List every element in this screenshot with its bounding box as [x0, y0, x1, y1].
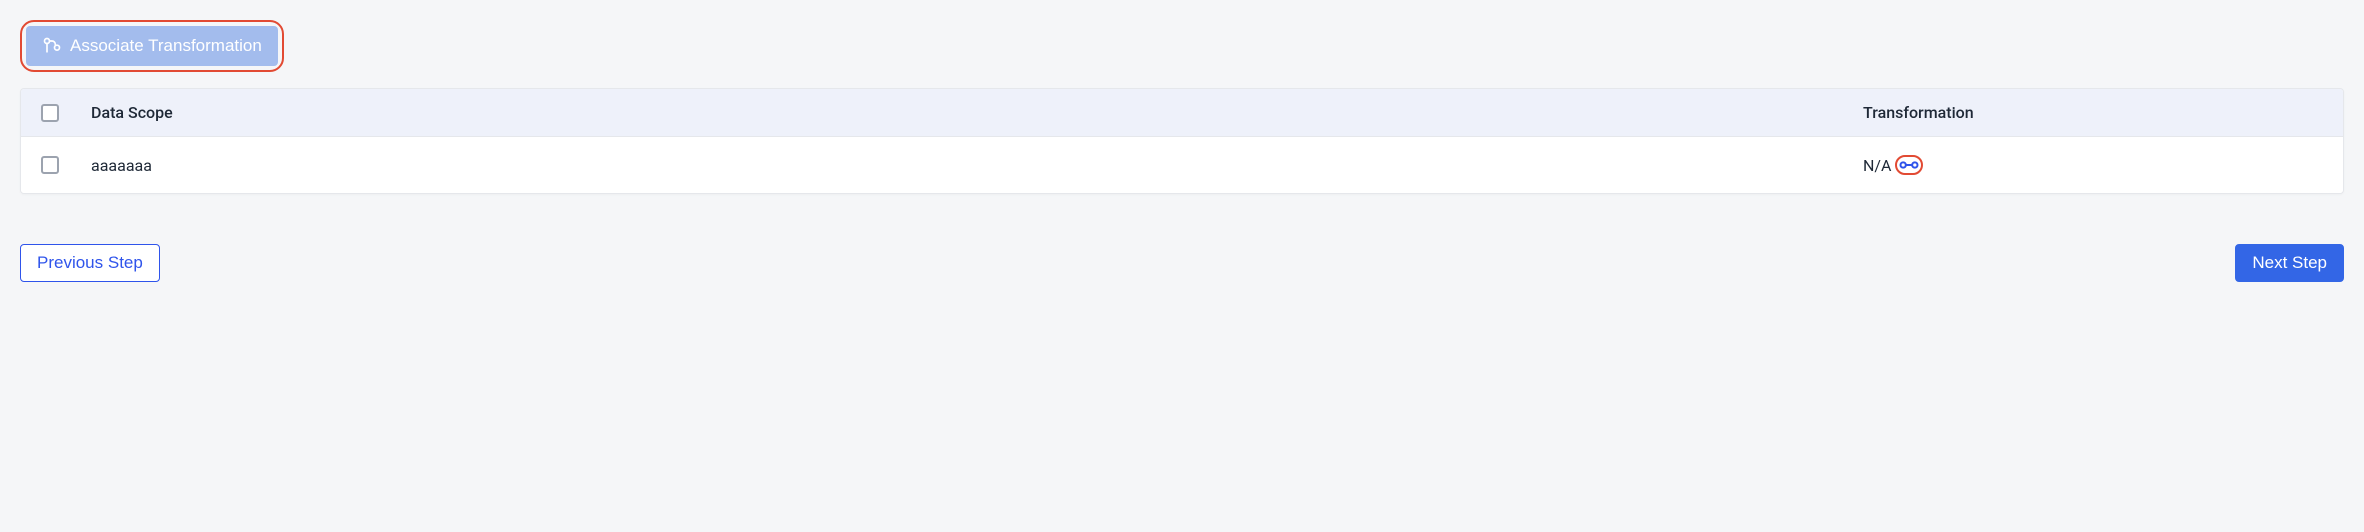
table-header-row: Data Scope Transformation: [21, 89, 2343, 137]
row-transformation-value: N/A: [1863, 156, 1891, 175]
row-link-highlight: [1895, 155, 1923, 175]
link-icon[interactable]: [1899, 158, 1919, 172]
associate-transformation-button[interactable]: Associate Transformation: [26, 26, 278, 66]
row-transformation-cell: N/A: [1863, 155, 2323, 175]
row-checkbox-cell: [41, 156, 91, 174]
select-all-checkbox[interactable]: [41, 104, 59, 122]
header-checkbox-cell: [41, 104, 91, 122]
associate-transformation-label: Associate Transformation: [70, 36, 262, 56]
data-scope-table: Data Scope Transformation aaaaaaa N/A: [20, 88, 2344, 194]
toolbar: Associate Transformation: [20, 20, 2344, 72]
header-transformation: Transformation: [1863, 103, 2323, 122]
row-checkbox[interactable]: [41, 156, 59, 174]
table-row: aaaaaaa N/A: [21, 137, 2343, 193]
footer-nav: Previous Step Next Step: [20, 244, 2344, 282]
row-data-scope: aaaaaaa: [91, 156, 1863, 175]
previous-step-button[interactable]: Previous Step: [20, 244, 160, 282]
header-data-scope: Data Scope: [91, 103, 1863, 122]
next-step-button[interactable]: Next Step: [2235, 244, 2344, 282]
link-icon: [42, 36, 62, 56]
associate-highlight: Associate Transformation: [20, 20, 284, 72]
